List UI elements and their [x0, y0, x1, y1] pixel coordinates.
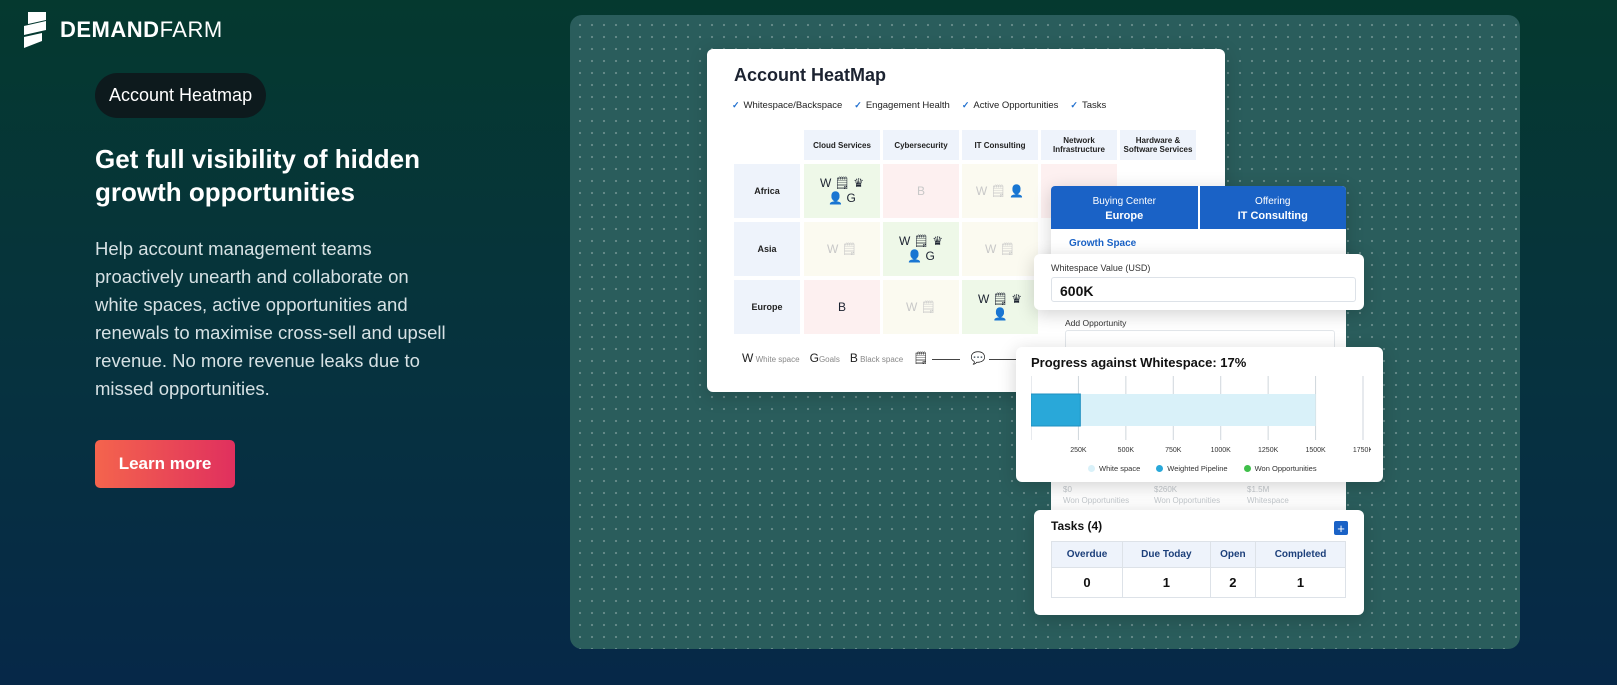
heatmap-cell[interactable]: W 🗒 👤 — [962, 164, 1038, 218]
tick-label: 1500K — [1305, 447, 1326, 454]
brand-name: DEMANDFARM — [60, 17, 223, 42]
add-opportunity-label: Add Opportunity — [1065, 318, 1127, 328]
tasks-value-completed: 1 — [1255, 567, 1346, 598]
checkbox-icon: ✓ — [732, 100, 740, 110]
legend-item: Won Opportunities — [1243, 464, 1317, 473]
legend-notes: 🗒 — [913, 351, 961, 365]
row-header: Asia — [734, 222, 800, 276]
tick-label: 1750K — [1353, 447, 1371, 454]
legend-dot — [1243, 465, 1251, 472]
column-header: Cloud Services — [804, 130, 880, 160]
heatmap-filters: ✓ Whitespace/Backspace ✓ Engagement Health… — [732, 100, 1106, 111]
tasks-title: Tasks (4) — [1051, 519, 1103, 533]
column-header: Hardware & Software Services — [1120, 130, 1196, 160]
tasks-value-due-today: 1 — [1121, 567, 1211, 598]
demandfarm-logo-icon — [24, 12, 46, 48]
legend-item: White space — [1088, 464, 1140, 473]
whitespace-value-label: Whitespace Value (USD) — [1051, 263, 1151, 273]
heatmap-cell[interactable]: B — [883, 164, 959, 218]
chat-icon: 💬 — [970, 351, 986, 365]
heatmap-cell[interactable]: W 🗒 — [804, 222, 880, 276]
column-header: Cybersecurity — [883, 130, 959, 160]
heatmap-cell[interactable]: W 🗒 — [962, 222, 1038, 276]
heatmap-cell[interactable]: W 🗒 ♛ 👤 G — [883, 222, 959, 276]
checkbox-icon: ✓ — [854, 100, 862, 110]
tasks-table: Overdue Due Today Open Completed 0 1 2 1 — [1051, 541, 1346, 598]
tasks-header-open[interactable]: Open — [1209, 541, 1257, 568]
progress-card: Progress against Whitespace: 17% 250K 500… — [1016, 347, 1383, 482]
heatmap-title: Account HeatMap — [734, 65, 887, 85]
progress-title: Progress against Whitespace: 17% — [1031, 355, 1247, 370]
heatmap-legend: W White space GGoals B Black space 🗒 💬 — [742, 351, 1018, 365]
filter-engagement-health[interactable]: ✓ Engagement Health — [854, 100, 950, 111]
note-icon: 🗒 — [913, 351, 929, 365]
column-header: Network Infrastructure — [1041, 130, 1117, 160]
tasks-header-due-today[interactable]: Due Today — [1121, 541, 1211, 568]
tick-label: 1000K — [1211, 447, 1232, 454]
hero-description: Help account management teams proactivel… — [95, 238, 446, 399]
filter-active-opportunities[interactable]: ✓ Active Opportunities — [962, 100, 1059, 111]
filter-whitespace[interactable]: ✓ Whitespace/Backspace — [732, 100, 842, 111]
hero-headline: Get full visibility of hidden growth opp… — [95, 144, 421, 207]
tasks-value-overdue: 0 — [1051, 567, 1123, 598]
row-header: Europe — [734, 280, 800, 334]
legend-dot — [1156, 465, 1164, 472]
progress-legend: White space Weighted Pipeline Won Opport… — [1088, 464, 1317, 473]
whitespace-value-field[interactable]: 600K — [1051, 277, 1356, 302]
column-header: IT Consulting — [962, 130, 1038, 160]
growth-space-label: Growth Space — [1069, 238, 1137, 249]
stat-whitespace: $1.5M Whitespace — [1247, 485, 1289, 505]
feature-pill: Account Heatmap — [95, 73, 267, 118]
stat-won: $0 Won Opportunities — [1063, 485, 1130, 505]
legend-goals: GGoals — [809, 351, 840, 365]
legend-blackspace: B Black space — [849, 351, 904, 365]
add-task-button[interactable]: + — [1334, 521, 1348, 535]
filter-tasks[interactable]: ✓ Tasks — [1070, 100, 1106, 111]
legend-chat: 💬 — [970, 351, 1018, 365]
stat-pipeline: $260K Won Opportunities — [1154, 485, 1221, 505]
checkbox-icon: ✓ — [961, 100, 970, 110]
tick-label: 750K — [1165, 447, 1182, 454]
checkbox-icon: ✓ — [1070, 100, 1078, 110]
heatmap-cell[interactable]: B — [804, 280, 880, 334]
tab-offering[interactable]: Offering IT Consulting — [1197, 186, 1346, 229]
tick-label: 500K — [1118, 447, 1135, 454]
legend-whitespace: W White space — [742, 351, 800, 365]
legend-item: Weighted Pipeline — [1156, 464, 1228, 473]
heatmap-cell[interactable]: W 🗒 ♛ 👤 — [962, 280, 1038, 334]
bar-weighted-pipeline — [1031, 393, 1081, 427]
tasks-card: Tasks (4) + Overdue Due Today Open Compl… — [1034, 510, 1364, 615]
tasks-header-completed[interactable]: Completed — [1255, 541, 1346, 568]
progress-chart: 250K 500K 750K 1000K 1250K 1500K 1750K — [1031, 376, 1371, 454]
heatmap-cell[interactable]: W 🗒 — [883, 280, 959, 334]
tick-label: 1250K — [1258, 447, 1279, 454]
legend-dot — [1088, 465, 1095, 472]
learn-more-button[interactable]: Learn more — [95, 440, 235, 488]
whitespace-value-card: Whitespace Value (USD) 600K — [1034, 254, 1364, 310]
tick-label: 250K — [1070, 447, 1087, 454]
tab-buying-center[interactable]: Buying Center Europe — [1051, 186, 1198, 229]
tasks-value-open: 2 — [1209, 567, 1257, 598]
row-header: Africa — [734, 164, 800, 218]
tasks-header-overdue[interactable]: Overdue — [1051, 541, 1123, 568]
heatmap-cell[interactable]: W 🗒 ♛ 👤 G — [804, 164, 880, 218]
brand-logo-link[interactable]: DEMANDFARM — [22, 10, 223, 50]
